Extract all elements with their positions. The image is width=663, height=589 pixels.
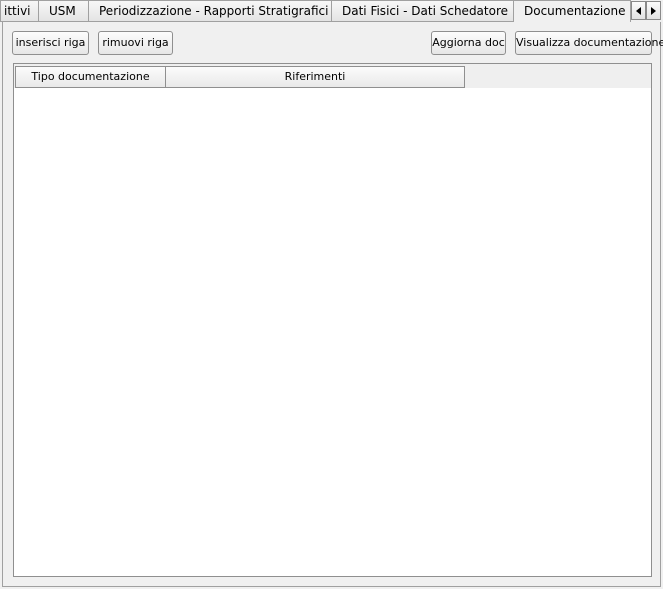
tab-label: USM [49, 4, 76, 18]
tab-usm[interactable]: USM [38, 0, 89, 22]
tab-scroll-left-button[interactable] [631, 1, 646, 20]
column-header-label: Riferimenti [284, 70, 346, 83]
tab-label: Dati Fisici - Dati Schedatore [342, 4, 509, 18]
right-arrow-icon [651, 6, 656, 15]
column-header-label: Tipo documentazione [31, 70, 150, 83]
view-documentation-button[interactable]: Visualizza documentazione [515, 31, 663, 55]
tab-periodizzazione[interactable]: Periodizzazione - Rapporti Stratigrafici [88, 0, 332, 22]
tab-bar: ittivi USM Periodizzazione - Rapporti St… [0, 0, 663, 23]
tab-label: Periodizzazione - Rapporti Stratigrafici [99, 4, 329, 18]
column-header-tipo-documentazione[interactable]: Tipo documentazione [15, 66, 166, 88]
tab-label: ittivi [4, 4, 31, 18]
tab-dati-fisici[interactable]: Dati Fisici - Dati Schedatore [331, 0, 514, 22]
update-doc-button[interactable]: Aggiorna doc [431, 31, 506, 55]
left-arrow-icon [636, 6, 641, 15]
remove-row-button[interactable]: rimuovi riga [98, 31, 173, 55]
tab-scroll-right-button[interactable] [646, 1, 661, 20]
tab-ittivi[interactable]: ittivi [0, 0, 39, 22]
tab-label: Documentazione [524, 4, 626, 18]
insert-row-button[interactable]: inserisci riga [12, 31, 89, 55]
tab-documentazione[interactable]: Documentazione [513, 0, 631, 23]
column-header-riferimenti[interactable]: Riferimenti [165, 66, 465, 88]
documentation-table[interactable]: Tipo documentazione Riferimenti [13, 63, 652, 577]
